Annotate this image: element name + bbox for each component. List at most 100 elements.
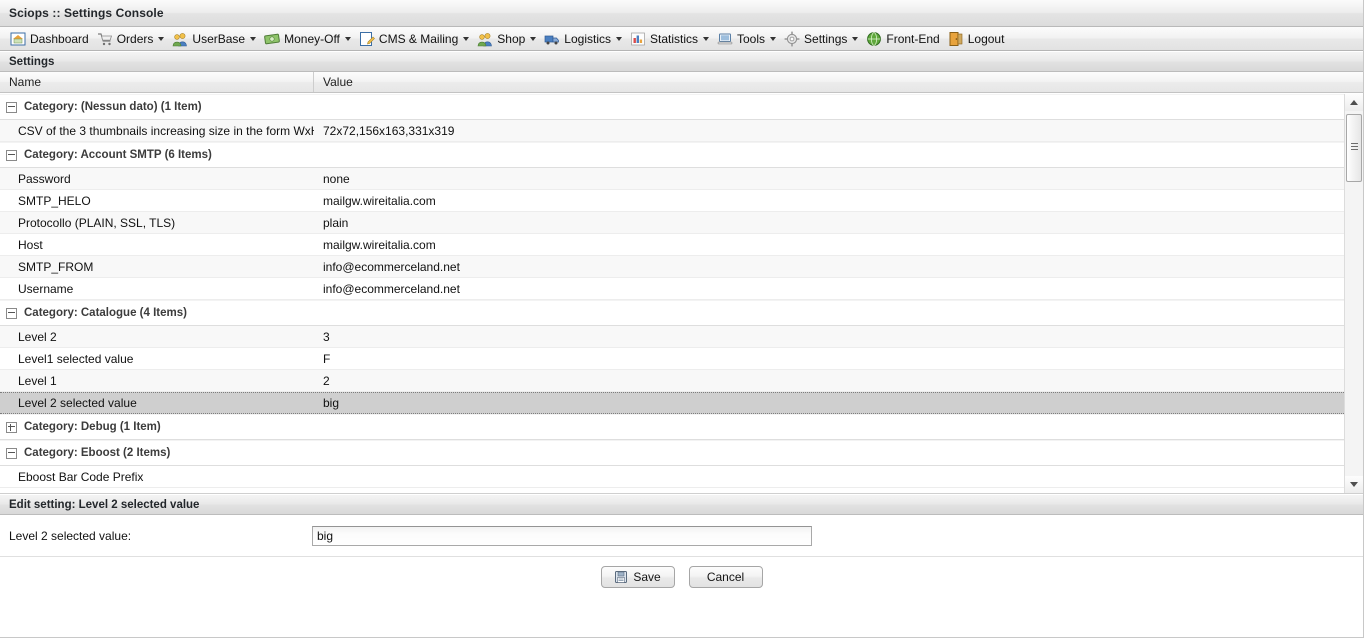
save-button-label: Save — [633, 569, 661, 584]
cell-setting-value: mailgw.wireitalia.com — [323, 237, 436, 252]
chevron-down-icon — [1350, 482, 1358, 487]
menu-item-statistics[interactable]: Statistics — [626, 28, 713, 50]
menu-item-tools[interactable]: Tools — [713, 28, 780, 50]
truck-icon — [544, 31, 560, 47]
menu-item-label: Dashboard — [30, 31, 89, 46]
collapse-minus-icon[interactable] — [6, 101, 17, 113]
window-title-bar: Sciops :: Settings Console — [0, 0, 1363, 27]
cell-setting-value: 2 — [323, 373, 330, 388]
edit-panel-body: Level 2 selected value: — [0, 515, 1363, 557]
save-button[interactable]: Save — [600, 565, 675, 588]
menu-item-money-off[interactable]: Money-Off — [260, 28, 355, 50]
cell-setting-name: SMTP_HELO — [18, 193, 91, 208]
exit-door-icon — [948, 31, 964, 47]
collapse-minus-icon[interactable] — [6, 307, 17, 319]
grid-category-row[interactable]: Category: Debug (1 Item) — [0, 414, 1344, 440]
grid-rows-container: Category: (Nessun dato) (1 Item) CSV of t… — [0, 94, 1344, 493]
scroll-up-button[interactable] — [1345, 94, 1363, 111]
grid-vertical-scrollbar[interactable] — [1344, 94, 1363, 493]
menu-item-logout[interactable]: Logout — [944, 28, 1009, 50]
expand-plus-icon[interactable] — [6, 421, 17, 433]
menu-item-label: Orders — [116, 31, 154, 46]
edit-setting-panel: Edit setting: Level 2 selected value Lev… — [0, 494, 1363, 596]
main-menu-bar[interactable]: Dashboard Orders UserBase Money-Off CMS & Ma… — [0, 27, 1363, 51]
shopping-cart-icon — [97, 31, 113, 47]
chevron-down-icon — [250, 36, 257, 41]
collapse-minus-icon[interactable] — [6, 447, 17, 459]
globe-icon — [866, 31, 882, 47]
category-label: Category: (Nessun dato) (1 Item) — [24, 101, 202, 113]
menu-item-userbase[interactable]: UserBase — [168, 28, 260, 50]
chevron-down-icon — [530, 36, 537, 41]
menu-item-label: Money-Off — [284, 31, 340, 46]
menu-item-label: CMS & Mailing — [378, 31, 459, 46]
menu-item-cms-mailing[interactable]: CMS & Mailing — [355, 28, 473, 50]
grid-row[interactable]: SMTP_HELO mailgw.wireitalia.com — [0, 190, 1344, 212]
grid-row[interactable]: CSV of the 3 thumbnails increasing size … — [0, 120, 1344, 142]
grid-category-row[interactable]: Category: Account SMTP (6 Items) — [0, 142, 1344, 168]
gear-icon — [784, 31, 800, 47]
cell-setting-name: Eboost Bar Code Prefix — [18, 469, 144, 484]
cell-setting-value: info@ecommerceland.net — [323, 281, 460, 296]
laptop-icon — [717, 31, 733, 47]
menu-item-shop[interactable]: Shop — [473, 28, 540, 50]
grid-row[interactable]: Level 2 3 — [0, 326, 1344, 348]
edit-value-input[interactable] — [312, 525, 812, 546]
column-header-value[interactable]: Value — [314, 72, 1363, 92]
grid-category-row[interactable]: Category: Eboost (2 Items) — [0, 440, 1344, 466]
pencil-note-icon — [359, 31, 375, 47]
cell-setting-name: Level1 selected value — [18, 351, 134, 366]
menu-item-front-end[interactable]: Front-End — [862, 28, 943, 50]
category-label: Category: Eboost (2 Items) — [24, 447, 171, 459]
grid-column-headers: Name Value — [0, 72, 1363, 93]
grid-row[interactable]: SMTP_FROM info@ecommerceland.net — [0, 256, 1344, 278]
chevron-down-icon — [344, 36, 351, 41]
grid-category-row[interactable]: Category: (Nessun dato) (1 Item) — [0, 94, 1344, 120]
grid-row-selected[interactable]: Level 2 selected value big — [0, 392, 1344, 414]
cell-setting-name: SMTP_FROM — [18, 259, 94, 274]
bar-chart-icon — [630, 31, 646, 47]
category-label: Category: Account SMTP (6 Items) — [24, 149, 212, 161]
grid-row[interactable]: Level1 selected value F — [0, 348, 1344, 370]
settings-panel-header: Settings — [0, 51, 1363, 72]
grid-category-row[interactable]: Category: Catalogue (4 Items) — [0, 300, 1344, 326]
chevron-down-icon — [615, 36, 622, 41]
grid-row[interactable]: Username info@ecommerceland.net — [0, 278, 1344, 300]
cell-setting-value: 72x72,156x163,331x319 — [323, 123, 455, 138]
collapse-minus-icon[interactable] — [6, 149, 17, 161]
menu-item-dashboard[interactable]: Dashboard — [6, 28, 93, 50]
edit-panel-footer: Save Cancel — [0, 557, 1363, 596]
chevron-down-icon — [852, 36, 859, 41]
category-label: Category: Catalogue (4 Items) — [24, 307, 187, 319]
grid-row[interactable]: Protocollo (PLAIN, SSL, TLS) plain — [0, 212, 1344, 234]
settings-panel-title: Settings — [9, 55, 55, 68]
cell-setting-value: none — [323, 171, 350, 186]
cell-setting-value: mailgw.wireitalia.com — [323, 193, 436, 208]
menu-item-settings[interactable]: Settings — [780, 28, 862, 50]
scroll-down-button[interactable] — [1345, 476, 1363, 493]
grid-row[interactable]: Level 1 2 — [0, 370, 1344, 392]
menu-item-orders[interactable]: Orders — [93, 28, 169, 50]
scrollbar-thumb[interactable] — [1346, 114, 1362, 182]
edit-panel-title: Edit setting: Level 2 selected value — [9, 498, 200, 511]
category-label: Category: Debug (1 Item) — [24, 421, 161, 433]
dashboard-house-icon — [10, 31, 26, 47]
cancel-button[interactable]: Cancel — [688, 565, 763, 588]
settings-console-window: Sciops :: Settings Console Dashboard Orde… — [0, 0, 1364, 638]
grid-row[interactable]: Host mailgw.wireitalia.com — [0, 234, 1344, 256]
cancel-button-label: Cancel — [706, 569, 745, 584]
grid-row[interactable]: Password none — [0, 168, 1344, 190]
menu-item-label: UserBase — [192, 31, 246, 46]
cell-setting-name: Level 2 selected value — [18, 396, 137, 410]
menu-item-label: Statistics — [649, 31, 698, 46]
edit-panel-header: Edit setting: Level 2 selected value — [0, 494, 1363, 515]
cell-setting-value: F — [323, 351, 331, 366]
grid-row[interactable]: Eboost Bar Code Prefix — [0, 466, 1344, 488]
chevron-down-icon — [703, 36, 709, 41]
menu-item-logistics[interactable]: Logistics — [540, 28, 626, 50]
chevron-up-icon — [1350, 100, 1358, 105]
menu-item-label: Logout — [967, 31, 1005, 46]
cell-setting-value: info@ecommerceland.net — [323, 259, 460, 274]
column-header-name[interactable]: Name — [0, 72, 314, 92]
menu-item-label: Logistics — [564, 31, 611, 46]
